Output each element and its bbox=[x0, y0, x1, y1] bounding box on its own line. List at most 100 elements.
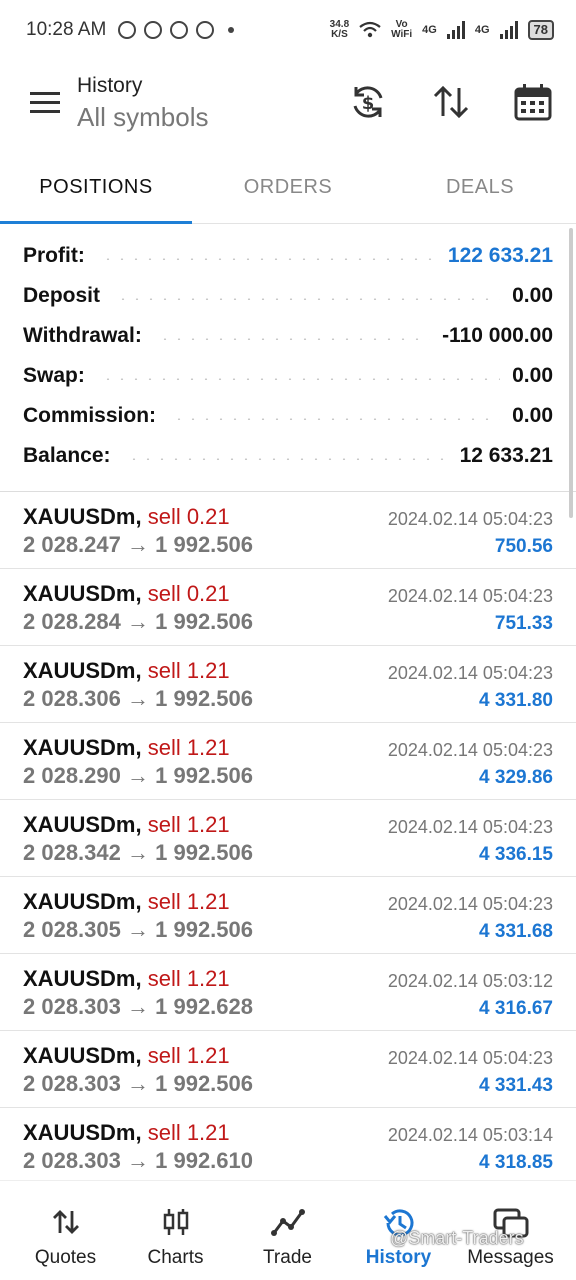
list-item[interactable]: XAUUSDm, sell 1.21 2 028.303 → 1 992.506… bbox=[0, 1031, 576, 1108]
currency-sync-icon[interactable]: $ bbox=[348, 82, 388, 122]
net-speed: 34.8 K/S bbox=[329, 19, 350, 40]
open-price: 2 028.303 bbox=[23, 994, 121, 1019]
status-time: 10:28 AM bbox=[26, 19, 107, 40]
close-time: 2024.02.14 05:04:23 bbox=[387, 509, 553, 529]
summary-balance: Balance: 12 633.21 bbox=[23, 444, 553, 467]
close-price: 1 992.506 bbox=[155, 763, 253, 788]
close-time: 2024.02.14 05:03:14 bbox=[387, 1125, 553, 1145]
arrow-icon: → bbox=[127, 840, 149, 865]
open-price: 2 028.247 bbox=[23, 532, 121, 557]
open-price: 2 028.342 bbox=[23, 840, 121, 865]
close-time: 2024.02.14 05:04:23 bbox=[387, 586, 553, 606]
arrow-icon: → bbox=[127, 917, 149, 942]
summary-profit: Profit: 122 633.21 bbox=[23, 244, 553, 267]
signal1-icon bbox=[446, 21, 465, 39]
deal-profit: 4 331.43 bbox=[479, 1075, 553, 1096]
battery-icon: 78 bbox=[527, 20, 554, 40]
symbol-filter[interactable]: All symbols bbox=[77, 102, 208, 133]
trade-side: sell 1.21 bbox=[147, 1120, 230, 1145]
list-item[interactable]: XAUUSDm, sell 1.21 2 028.342 → 1 992.506… bbox=[0, 800, 576, 877]
summary-panel: Profit: 122 633.21 Deposit 0.00 Withdraw… bbox=[0, 236, 576, 476]
positions-list: XAUUSDm, sell 0.21 2 028.247 → 1 992.506… bbox=[0, 492, 576, 1185]
history-tabs: POSITIONS ORDERS DEALS bbox=[0, 158, 576, 224]
list-item[interactable]: XAUUSDm, sell 1.21 2 028.303 → 1 992.628… bbox=[0, 954, 576, 1031]
symbol: XAUUSDm, bbox=[23, 735, 142, 760]
sim1-label: 4G bbox=[422, 24, 437, 36]
withdrawal-value: -110 000.00 bbox=[442, 324, 553, 347]
swap-value: 0.00 bbox=[512, 364, 553, 387]
trade-side: sell 1.21 bbox=[147, 658, 230, 683]
arrow-icon: → bbox=[127, 1071, 149, 1096]
menu-icon[interactable] bbox=[30, 92, 60, 114]
tab-positions[interactable]: POSITIONS bbox=[0, 176, 192, 199]
wifi-icon bbox=[359, 21, 381, 38]
arrow-icon: → bbox=[127, 609, 149, 634]
arrow-icon: → bbox=[127, 763, 149, 788]
nav-charts[interactable]: Charts bbox=[118, 1181, 233, 1280]
list-item[interactable]: XAUUSDm, sell 1.21 2 028.306 → 1 992.506… bbox=[0, 646, 576, 723]
scrollbar[interactable] bbox=[569, 228, 573, 518]
deal-profit: 4 331.68 bbox=[479, 921, 553, 942]
trade-side: sell 1.21 bbox=[147, 1043, 230, 1068]
open-price: 2 028.305 bbox=[23, 917, 121, 942]
list-item[interactable]: XAUUSDm, sell 0.21 2 028.284 → 1 992.506… bbox=[0, 569, 576, 646]
close-price: 1 992.506 bbox=[155, 686, 253, 711]
close-price: 1 992.628 bbox=[155, 994, 253, 1019]
signal2-icon bbox=[499, 21, 518, 39]
telegram-icon bbox=[144, 21, 163, 39]
svg-text:$: $ bbox=[362, 93, 375, 114]
nav-quotes[interactable]: Quotes bbox=[8, 1181, 123, 1280]
list-item[interactable]: XAUUSDm, sell 1.21 2 028.290 → 1 992.506… bbox=[0, 723, 576, 800]
deal-profit: 4 318.85 bbox=[479, 1152, 553, 1173]
symbol: XAUUSDm, bbox=[23, 1043, 142, 1068]
open-price: 2 028.303 bbox=[23, 1148, 121, 1173]
open-price: 2 028.303 bbox=[23, 1071, 121, 1096]
close-price: 1 992.506 bbox=[155, 1071, 253, 1096]
close-price: 1 992.506 bbox=[155, 840, 253, 865]
symbol: XAUUSDm, bbox=[23, 658, 142, 683]
open-price: 2 028.284 bbox=[23, 609, 121, 634]
balance-value: 12 633.21 bbox=[459, 444, 553, 467]
close-price: 1 992.506 bbox=[155, 609, 253, 634]
nav-trade[interactable]: Trade bbox=[230, 1181, 345, 1280]
deal-profit: 4 336.15 bbox=[479, 844, 553, 865]
tab-orders[interactable]: ORDERS bbox=[192, 176, 384, 199]
symbol: XAUUSDm, bbox=[23, 581, 142, 606]
tab-deals[interactable]: DEALS bbox=[384, 176, 576, 199]
sort-icon[interactable] bbox=[431, 82, 471, 122]
close-time: 2024.02.14 05:04:23 bbox=[387, 663, 553, 683]
system-icons: 34.8 K/S Vo WiFi 4G 4G 78 bbox=[330, 20, 554, 40]
quotes-arrows-icon bbox=[52, 1210, 79, 1234]
status-bar: 10:28 AM 34.8 K/S Vo WiFi 4G 4G 78 bbox=[0, 0, 576, 60]
arrow-icon: → bbox=[127, 532, 149, 557]
summary-swap: Swap: 0.00 bbox=[23, 364, 553, 387]
trade-side: sell 0.21 bbox=[147, 504, 230, 529]
symbol: XAUUSDm, bbox=[23, 966, 142, 991]
list-item[interactable]: XAUUSDm, sell 1.21 2 028.305 → 1 992.506… bbox=[0, 877, 576, 954]
list-item[interactable]: XAUUSDm, sell 0.21 2 028.247 → 1 992.506… bbox=[0, 492, 576, 569]
trade-side: sell 1.21 bbox=[147, 889, 230, 914]
symbol: XAUUSDm, bbox=[23, 1120, 142, 1145]
close-price: 1 992.506 bbox=[155, 917, 253, 942]
deal-profit: 750.56 bbox=[494, 536, 553, 557]
list-item[interactable]: XAUUSDm, sell 1.21 2 028.303 → 1 992.610… bbox=[0, 1108, 576, 1185]
deal-profit: 4 316.67 bbox=[479, 998, 553, 1019]
summary-commission: Commission: 0.00 bbox=[23, 404, 553, 427]
trade-side: sell 1.21 bbox=[147, 966, 230, 991]
whatsapp-icon bbox=[196, 21, 215, 39]
deal-profit: 751.33 bbox=[494, 613, 553, 634]
watermark: @Smart-Traders bbox=[390, 1228, 524, 1248]
commission-value: 0.00 bbox=[512, 404, 553, 427]
active-tab-indicator bbox=[0, 221, 192, 224]
sync-icon bbox=[118, 21, 137, 39]
trade-line-icon bbox=[270, 1209, 305, 1236]
arrow-icon: → bbox=[127, 994, 149, 1019]
open-price: 2 028.290 bbox=[23, 763, 121, 788]
profit-value: 122 633.21 bbox=[447, 244, 553, 267]
close-price: 1 992.506 bbox=[155, 532, 253, 557]
close-time: 2024.02.14 05:04:23 bbox=[387, 894, 553, 914]
symbol: XAUUSDm, bbox=[23, 812, 142, 837]
close-time: 2024.02.14 05:04:23 bbox=[387, 740, 553, 760]
candlestick-icon bbox=[163, 1209, 188, 1235]
calendar-icon[interactable] bbox=[513, 82, 553, 122]
